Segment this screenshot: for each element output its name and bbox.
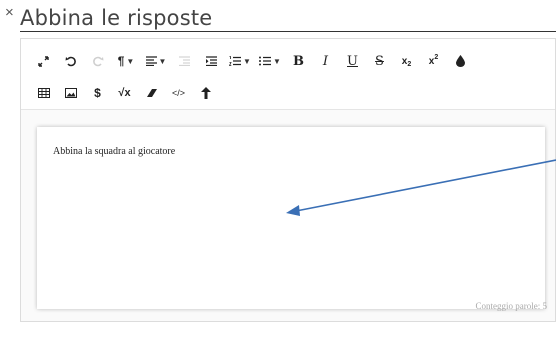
subscript-icon[interactable]: x2 <box>393 49 420 73</box>
image-icon[interactable] <box>57 81 84 105</box>
chevron-down-icon: ▼ <box>243 56 251 66</box>
unordered-list-button[interactable]: ▼ <box>255 49 285 73</box>
ordered-list-icon <box>229 56 242 66</box>
toolbar-row-1: ¶ ▼ ▼ ▼ ▼ B I U S x2 x2 <box>30 47 474 75</box>
arrow-up-icon[interactable] <box>192 81 219 105</box>
table-icon[interactable] <box>30 81 57 105</box>
align-button[interactable]: ▼ <box>141 49 171 73</box>
word-count: Conteggio parole: 5 <box>475 301 548 311</box>
eraser-icon[interactable] <box>138 81 165 105</box>
math-sqrt-icon[interactable]: √x <box>111 81 138 105</box>
undo-icon[interactable] <box>57 49 84 73</box>
italic-icon[interactable]: I <box>312 49 339 73</box>
dialog-title: Abbina le risposte <box>20 6 213 30</box>
toolbar-row-2: $ √x </> <box>30 79 219 107</box>
superscript-icon[interactable]: x2 <box>420 49 447 73</box>
align-icon <box>145 56 157 66</box>
dollar-icon[interactable]: $ <box>84 81 111 105</box>
bold-icon[interactable]: B <box>285 49 312 73</box>
question-text[interactable]: Abbina la squadra al giocatore <box>53 146 175 157</box>
ordered-list-button[interactable]: ▼ <box>225 49 255 73</box>
unordered-list-icon <box>259 56 272 66</box>
close-icon[interactable]: × <box>5 5 14 20</box>
paragraph-format-button[interactable]: ¶ ▼ <box>111 49 141 73</box>
redo-icon[interactable] <box>84 49 111 73</box>
text-color-icon[interactable] <box>447 49 474 73</box>
indent-icon[interactable] <box>198 49 225 73</box>
rich-text-editor: ¶ ▼ ▼ ▼ ▼ B I U S x2 x2 $ √x </> Abbina … <box>20 38 556 322</box>
document-page[interactable]: Abbina la squadra al giocatore Conteggio… <box>37 127 548 311</box>
chevron-down-icon: ▼ <box>273 56 281 66</box>
outdent-icon[interactable] <box>171 49 198 73</box>
chevron-down-icon: ▼ <box>158 56 167 66</box>
fullscreen-icon[interactable] <box>30 49 57 73</box>
paragraph-format-icon: ¶ <box>117 54 125 68</box>
chevron-down-icon: ▼ <box>126 56 135 66</box>
editor-toolbar: ¶ ▼ ▼ ▼ ▼ B I U S x2 x2 $ √x </> <box>21 39 555 110</box>
underline-icon[interactable]: U <box>339 49 366 73</box>
strikethrough-icon[interactable]: S <box>366 49 393 73</box>
title-underline <box>20 31 556 32</box>
code-view-icon[interactable]: </> <box>165 81 192 105</box>
